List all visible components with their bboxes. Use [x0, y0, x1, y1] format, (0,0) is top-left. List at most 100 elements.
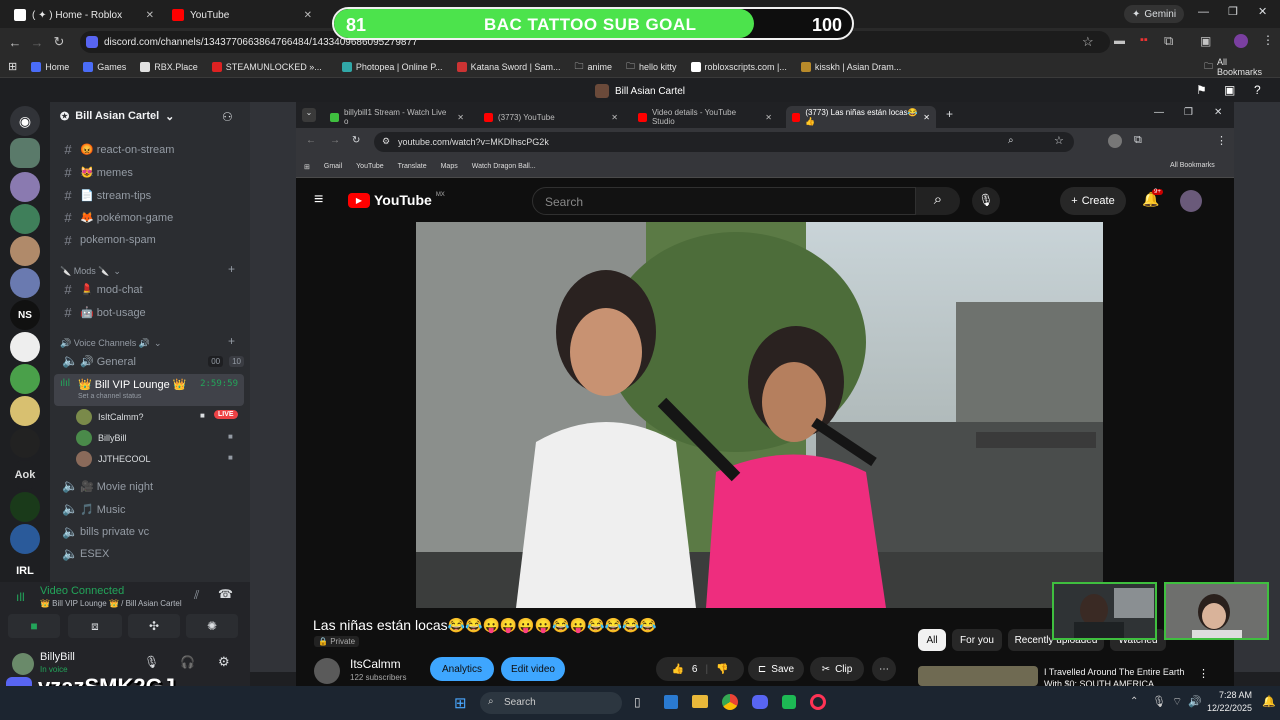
star-icon[interactable]: ☆ — [1082, 34, 1094, 50]
windows-start-icon[interactable]: ⊞ — [454, 694, 467, 712]
vc-location[interactable]: 👑 Bill VIP Lounge 👑 / Bill Asian Cartel — [40, 599, 182, 608]
menu-dots-icon[interactable]: ⋮ — [1216, 134, 1227, 147]
avatar[interactable] — [12, 653, 34, 675]
server-icon[interactable] — [10, 268, 40, 298]
server-icon[interactable] — [10, 236, 40, 266]
create-button[interactable]: + Create — [1060, 187, 1126, 215]
chrome-icon[interactable] — [722, 694, 738, 710]
voice-channel[interactable]: 🔈 🎥 Movie night — [58, 476, 244, 496]
profile-avatar[interactable] — [1234, 34, 1248, 48]
save-button[interactable]: ⊏ Save — [748, 657, 804, 681]
add-member-icon[interactable]: ⚇ — [222, 110, 233, 124]
close-icon[interactable]: ✕ — [611, 113, 618, 122]
soundboard-button[interactable]: ✺ — [186, 614, 238, 638]
taskbar-search[interactable]: ⌕ Search — [480, 692, 622, 714]
minimize-icon[interactable]: — — [1198, 6, 1209, 18]
taskbar-app-icon[interactable] — [664, 695, 678, 709]
channel-item[interactable]: # 🤖 bot-usage — [58, 302, 244, 322]
volume-icon[interactable]: 🔊 — [1188, 695, 1202, 708]
server-icon[interactable] — [10, 172, 40, 202]
all-bookmarks[interactable]: All Bookmarks — [1170, 162, 1215, 169]
channel-item[interactable]: # 😡 react-on-stream — [58, 139, 244, 159]
clock-date[interactable]: 12/22/2025 — [1206, 703, 1252, 713]
screen-share-button[interactable]: ⧈ — [68, 614, 122, 638]
chip-for-you[interactable]: For you — [952, 629, 1002, 651]
microphone-icon[interactable]: 🎙 — [972, 187, 1000, 215]
youtube-logo[interactable]: ▶ YouTube MX — [348, 192, 445, 208]
voice-channel[interactable]: 🔈 bills private vc — [58, 522, 244, 542]
webcam-tile[interactable] — [1164, 582, 1269, 640]
reload-icon[interactable]: ↻ — [48, 34, 70, 50]
camera-button[interactable]: ■ — [8, 614, 60, 638]
like-dislike-group[interactable]: 👍 6 | 👎 — [656, 657, 744, 681]
clock-time[interactable]: 7:28 AM — [1210, 690, 1252, 700]
recommended-menu-icon[interactable]: ⋮ — [1198, 667, 1209, 680]
channel-avatar[interactable] — [314, 658, 340, 684]
server-icon[interactable] — [10, 396, 40, 426]
close-icon[interactable]: ✕ — [304, 10, 312, 21]
taskbar-app-icon[interactable] — [782, 695, 796, 709]
channel-name[interactable]: ItsCalmm — [350, 657, 401, 671]
server-icon[interactable] — [10, 332, 40, 362]
headphones-icon[interactable]: 🎧 — [180, 655, 195, 669]
category-mods[interactable]: 🔪 Mods 🔪 ⌄ — [60, 266, 121, 277]
puzzle-icon[interactable]: ⧉ — [1164, 33, 1173, 49]
server-icon[interactable] — [10, 138, 40, 168]
bookmark-item[interactable]: Maps — [441, 163, 458, 170]
taskbar-app-icon[interactable]: ▯ — [634, 695, 641, 709]
more-actions-button[interactable]: ⋯ — [872, 657, 896, 681]
close-window-icon[interactable]: ✕ — [1214, 107, 1222, 118]
search-button[interactable]: ⌕ — [916, 187, 960, 215]
discord-icon[interactable] — [752, 695, 768, 709]
puzzle-icon[interactable]: ⧉ — [1134, 134, 1142, 147]
bookmark-item[interactable]: Home — [31, 61, 69, 72]
microphone-tray-icon[interactable]: 🎙 — [1152, 695, 1166, 708]
help-icon[interactable]: ? — [1254, 83, 1261, 97]
file-explorer-icon[interactable] — [692, 695, 708, 708]
clip-button[interactable]: ✂ Clip — [810, 657, 864, 681]
channel-item[interactable]: # 💄 mod-chat — [58, 279, 244, 299]
server-icon[interactable] — [10, 492, 40, 522]
opera-icon[interactable] — [810, 694, 826, 710]
sidepanel-icon[interactable]: ▣ — [1200, 34, 1211, 48]
notification-bell-icon[interactable]: 🔔 — [1262, 695, 1276, 708]
settings-gear-icon[interactable]: ⚙ — [218, 654, 230, 670]
analytics-button[interactable]: Analytics — [430, 657, 494, 681]
server-icon[interactable] — [10, 364, 40, 394]
bookmark-item[interactable]: Translate — [398, 163, 427, 170]
chip-all[interactable]: All — [918, 629, 946, 651]
bookmark-item[interactable]: robloxscripts.com |... — [690, 61, 787, 72]
bookmark-item[interactable]: RBX.Place — [140, 61, 198, 72]
minimize-icon[interactable]: — — [1154, 107, 1164, 118]
voice-channel[interactable]: 🔈 ESEX — [58, 544, 244, 564]
bookmark-item[interactable]: Gmail — [324, 163, 342, 170]
thumbs-up-icon[interactable]: 👍 — [671, 664, 683, 675]
close-window-icon[interactable]: ✕ — [1258, 5, 1267, 18]
bookmark-item[interactable]: Games — [83, 61, 126, 72]
server-ns-icon[interactable]: NS — [10, 300, 40, 330]
bookmark-item[interactable]: YouTube — [356, 163, 384, 170]
inner-tab[interactable]: Video details - YouTube Studio ✕ — [632, 106, 778, 128]
voice-user[interactable]: IsItCalmm? — [76, 409, 144, 425]
add-channel-icon[interactable]: + — [228, 262, 235, 276]
profile-avatar[interactable] — [1108, 134, 1122, 148]
back-icon[interactable]: ← — [4, 35, 26, 50]
new-tab-icon[interactable]: + — [946, 107, 953, 121]
tab-search-icon[interactable]: ⌄ — [302, 108, 316, 122]
apps-grid-icon[interactable]: ⊞ — [8, 60, 17, 73]
webcam-tile[interactable] — [1052, 582, 1157, 640]
chevron-up-icon[interactable]: ⌃ — [1130, 696, 1138, 707]
edit-video-button[interactable]: Edit video — [501, 657, 565, 681]
microphone-icon[interactable]: 🎙 — [144, 655, 159, 669]
account-avatar[interactable] — [1180, 190, 1202, 212]
inner-tab-active[interactable]: (3773) Las niñas están locas😂👍 ✕ — [786, 106, 936, 128]
bookmark-item[interactable]: Watch Dragon Ball... — [472, 163, 536, 170]
server-icon[interactable] — [10, 204, 40, 234]
video-player[interactable] — [416, 222, 1103, 608]
channel-item[interactable]: # 😻 memes — [58, 162, 244, 182]
recommended-title[interactable]: I Travelled Around The Entire Earth With… — [1044, 666, 1194, 686]
zoom-icon[interactable]: ⌕ — [1008, 135, 1014, 146]
server-icon[interactable] — [10, 524, 40, 554]
add-channel-icon[interactable]: + — [228, 334, 235, 348]
voice-user[interactable]: JJTHECOOL — [76, 451, 151, 467]
